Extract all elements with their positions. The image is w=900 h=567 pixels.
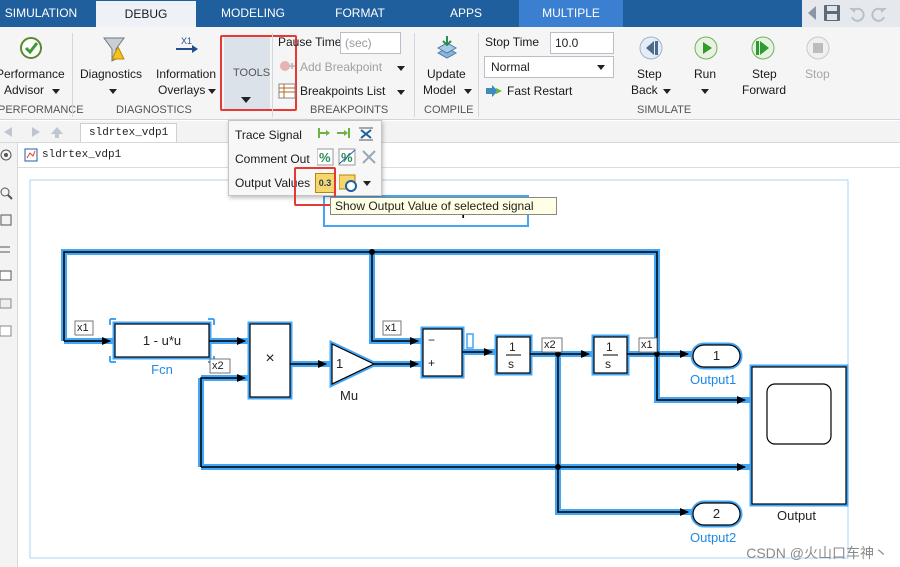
scope-name: Output bbox=[777, 508, 817, 523]
gain-name: Mu bbox=[340, 388, 359, 403]
signal-label-x2: x2 bbox=[544, 339, 556, 351]
integrator-1-num: 1 bbox=[509, 340, 516, 354]
signal-lines[interactable] bbox=[63, 251, 746, 516]
output-values-extra bbox=[339, 174, 371, 192]
outport-2-number: 2 bbox=[712, 506, 721, 521]
value-label-placeholder bbox=[466, 333, 474, 349]
remove-trace-icon[interactable] bbox=[359, 127, 373, 141]
signal-label-x1: x1 bbox=[641, 339, 653, 351]
trace-to-destination-icon[interactable] bbox=[337, 128, 350, 138]
outport-1-name: Output1 bbox=[690, 372, 737, 387]
integrator-1-den: s bbox=[508, 357, 514, 371]
scope-block[interactable] bbox=[751, 366, 847, 505]
fcn-name: Fcn bbox=[151, 362, 173, 377]
comment-out-icon[interactable]: % bbox=[317, 148, 334, 166]
comment-through-icon[interactable]: % bbox=[338, 148, 356, 166]
signal-highlight bbox=[61, 249, 752, 515]
outport-2-name: Output2 bbox=[690, 530, 737, 545]
comment-out-icons: % % bbox=[317, 148, 376, 166]
sum-plus-sign: + bbox=[428, 356, 436, 370]
product-symbol: × bbox=[265, 350, 275, 367]
chevron-down-icon[interactable] bbox=[363, 181, 371, 186]
fcn-expression: 1 - u*u bbox=[142, 333, 182, 348]
tooltip: Show Output Value of selected signal bbox=[330, 197, 557, 215]
svg-text:%: % bbox=[319, 150, 331, 165]
trace-signal-item[interactable]: Trace Signal bbox=[235, 128, 302, 142]
gain-value: 1 bbox=[336, 356, 344, 371]
sum-minus-sign: − bbox=[428, 333, 436, 347]
model-canvas[interactable] bbox=[0, 0, 900, 567]
signal-label-x2: x2 bbox=[212, 360, 224, 372]
integrator-2-den: s bbox=[605, 357, 611, 371]
output-value-options-icon[interactable] bbox=[339, 174, 357, 192]
signal-label-x1: x1 bbox=[385, 322, 397, 334]
uncomment-icon[interactable] bbox=[362, 150, 376, 164]
signal-label-x1: x1 bbox=[77, 322, 89, 334]
outport-1-number: 1 bbox=[712, 348, 721, 363]
watermark: CSDN @火山口车神丶 bbox=[746, 545, 888, 561]
integrator-2-num: 1 bbox=[606, 340, 613, 354]
trace-to-source-icon[interactable] bbox=[318, 128, 330, 138]
trace-signal-icons bbox=[318, 127, 373, 141]
comment-out-item[interactable]: Comment Out bbox=[235, 152, 310, 166]
